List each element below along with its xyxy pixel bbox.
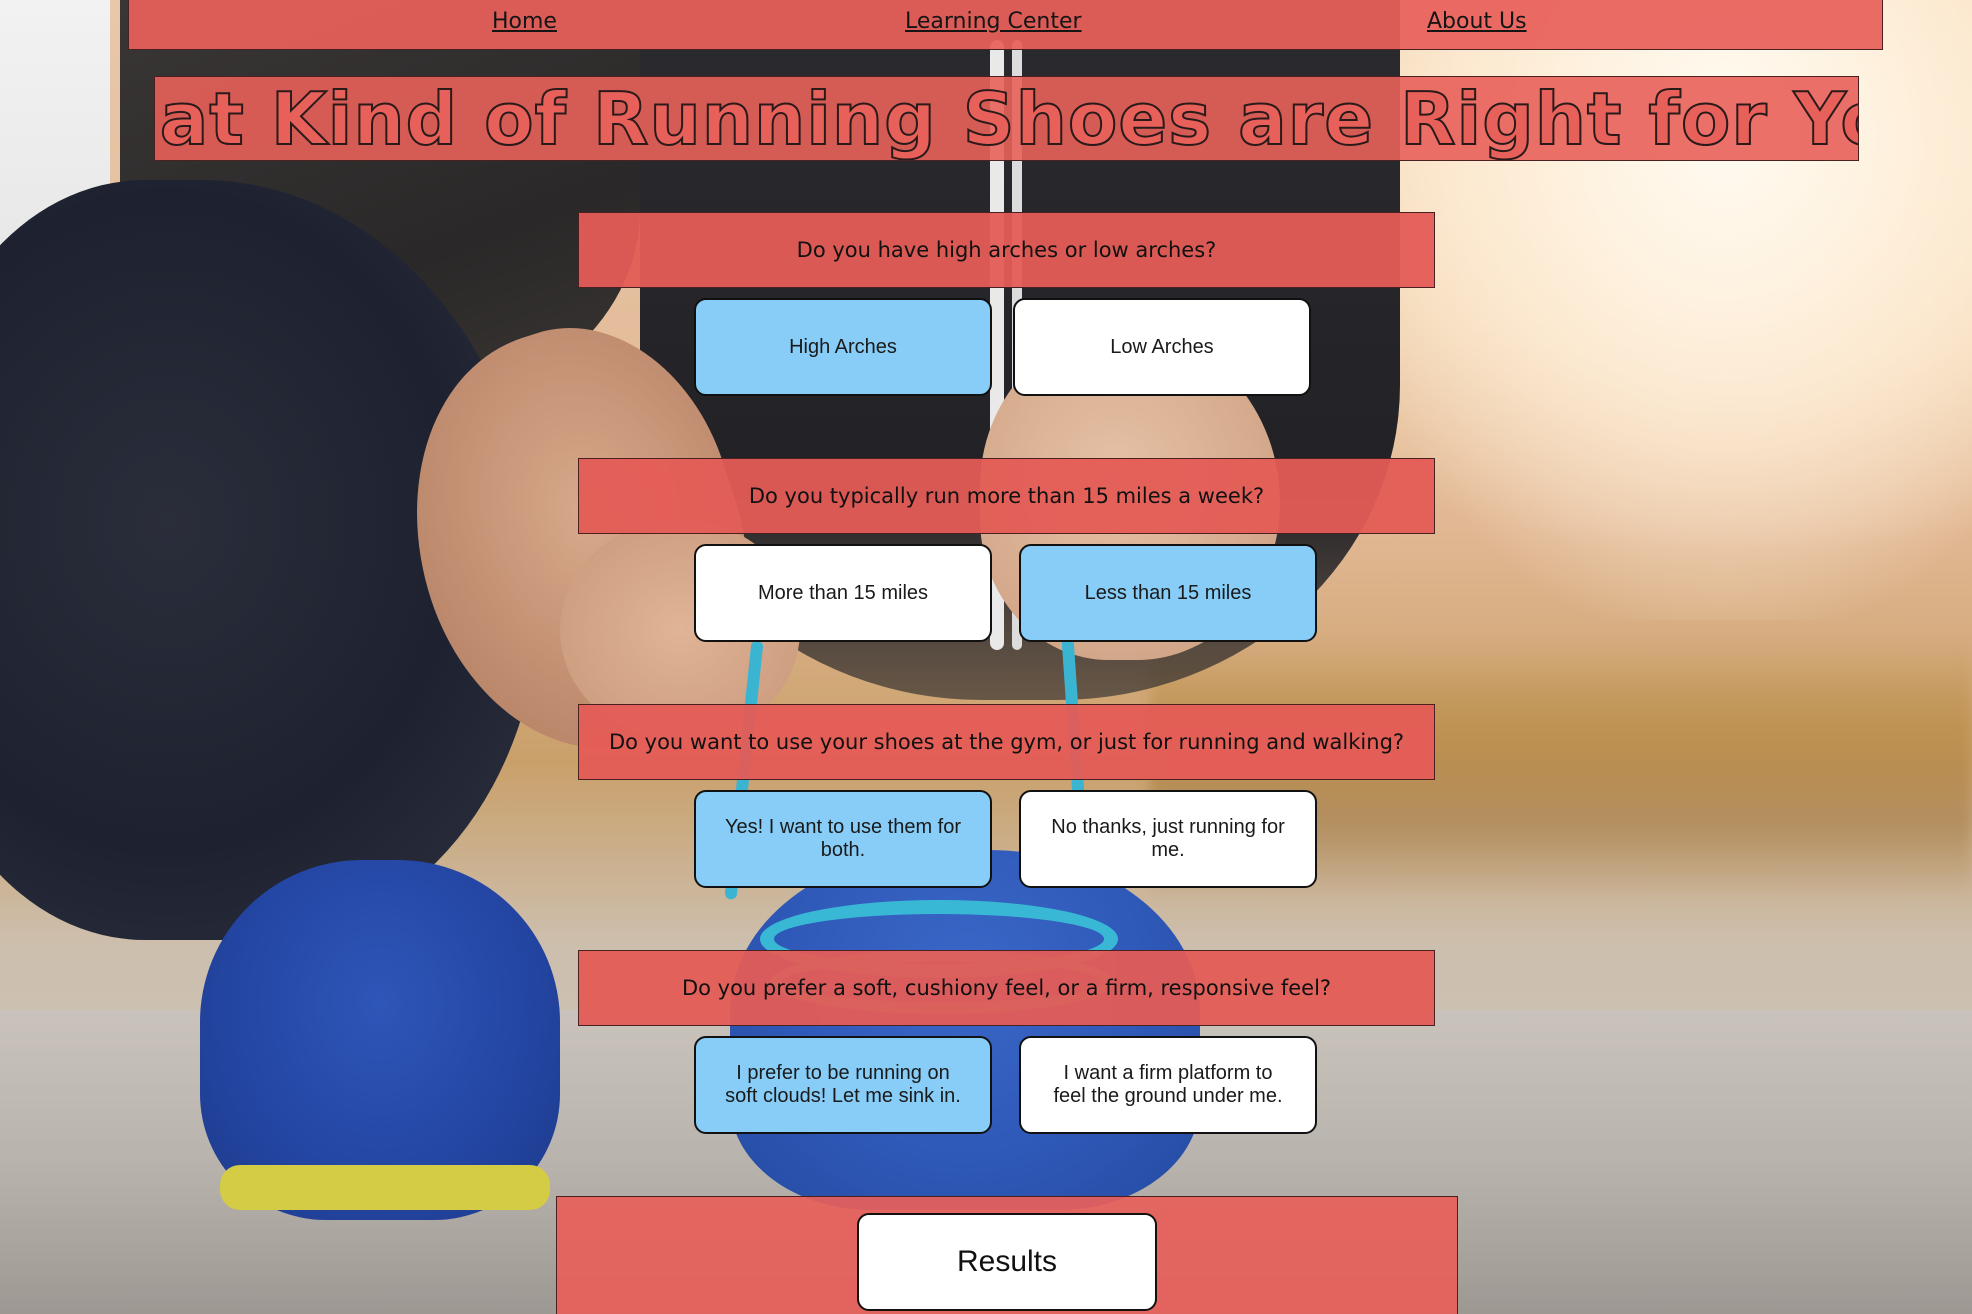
option-less-than-15-miles[interactable]: Less than 15 miles xyxy=(1019,544,1317,642)
results-button[interactable]: Results xyxy=(857,1213,1157,1311)
nav-link-about-us[interactable]: About Us xyxy=(1427,9,1527,34)
page-title-banner: What Kind of Running Shoes are Right for… xyxy=(154,76,1859,161)
question-feel: Do you prefer a soft, cushiony feel, or … xyxy=(578,950,1435,1026)
option-gym-and-running[interactable]: Yes! I want to use them for both. xyxy=(694,790,992,888)
option-running-only[interactable]: No thanks, just running for me. xyxy=(1019,790,1317,888)
option-firm-platform[interactable]: I want a firm platform to feel the groun… xyxy=(1019,1036,1317,1134)
nav-link-learning-center[interactable]: Learning Center xyxy=(905,9,1082,34)
nav-link-home[interactable]: Home xyxy=(492,9,557,34)
top-nav-bar: Home Learning Center About Us xyxy=(128,0,1883,50)
results-panel: Results xyxy=(556,1196,1458,1314)
question-weekly-miles: Do you typically run more than 15 miles … xyxy=(578,458,1435,534)
option-high-arches[interactable]: High Arches xyxy=(694,298,992,396)
page-title: What Kind of Running Shoes are Right for… xyxy=(155,76,1858,161)
question-gym-use: Do you want to use your shoes at the gym… xyxy=(578,704,1435,780)
option-more-than-15-miles[interactable]: More than 15 miles xyxy=(694,544,992,642)
option-low-arches[interactable]: Low Arches xyxy=(1013,298,1311,396)
option-soft-cushion[interactable]: I prefer to be running on soft clouds! L… xyxy=(694,1036,992,1134)
question-arches: Do you have high arches or low arches? xyxy=(578,212,1435,288)
background-back-shoe-sole xyxy=(220,1165,550,1210)
